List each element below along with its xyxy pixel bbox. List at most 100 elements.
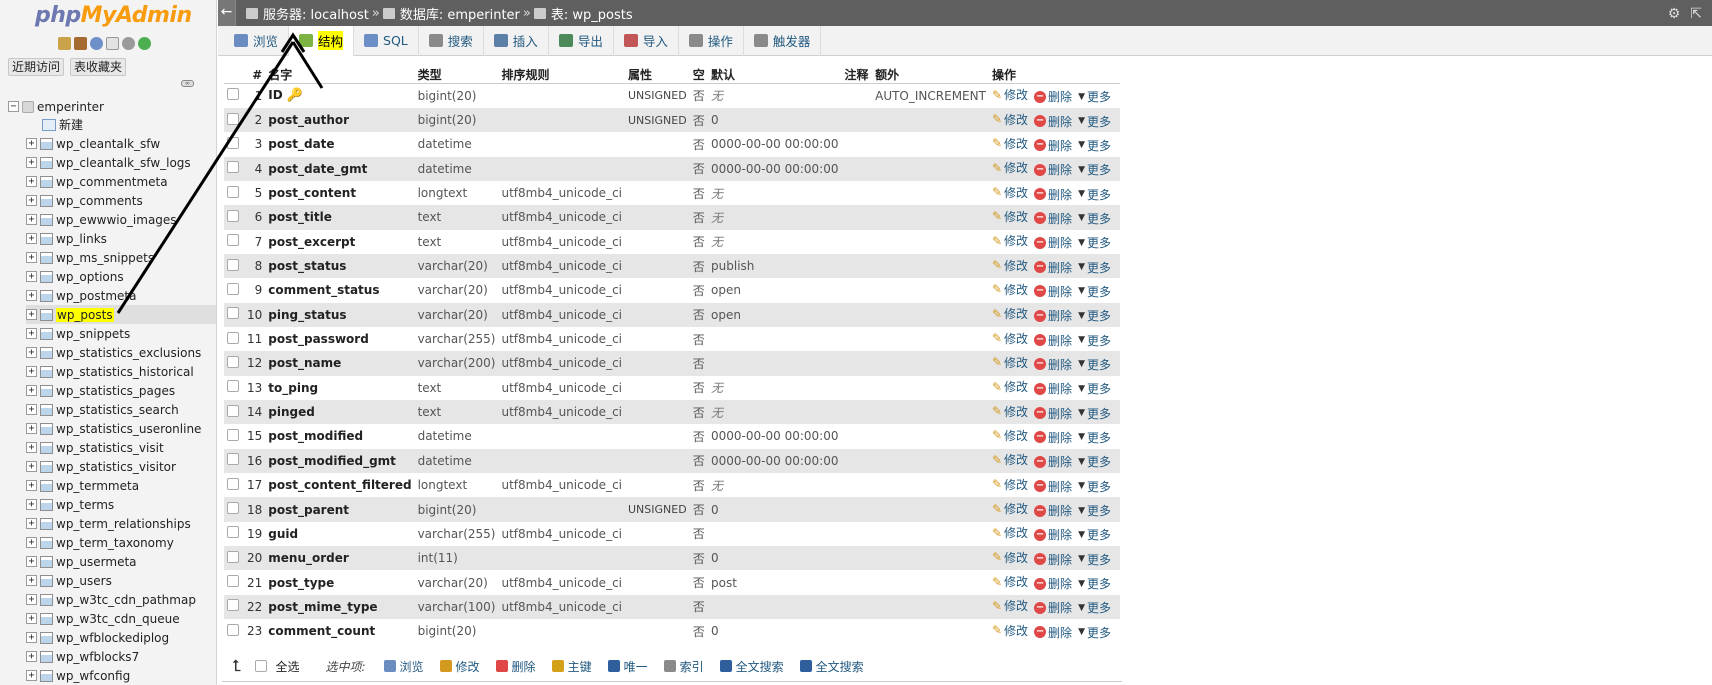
expand-tree-icon[interactable]: + [26, 556, 37, 567]
table-name[interactable]: wp_wfblockediplog [56, 631, 169, 645]
row-checkbox[interactable] [227, 355, 239, 368]
row-checkbox[interactable] [227, 234, 239, 247]
table-name[interactable]: wp_wfblocks7 [56, 650, 139, 664]
more-dropdown[interactable]: ▼ 更多 [1078, 186, 1111, 203]
row-checkbox[interactable] [227, 575, 239, 588]
expand-tree-icon[interactable]: + [26, 385, 37, 396]
expand-tree-icon[interactable]: + [26, 575, 37, 586]
select-all-label[interactable]: 全选 [275, 658, 299, 675]
table-name[interactable]: wp_statistics_exclusions [56, 346, 201, 360]
more-dropdown[interactable]: ▼ 更多 [1078, 356, 1111, 373]
expand-tree-icon[interactable]: + [26, 233, 37, 244]
table-name[interactable]: wp_options [56, 270, 124, 284]
more-dropdown[interactable]: ▼ 更多 [1078, 332, 1111, 349]
database-name[interactable]: emperinter [37, 100, 104, 114]
more-dropdown[interactable]: ▼ 更多 [1078, 599, 1111, 616]
edit-button[interactable]: ✎ 修改 [992, 524, 1028, 541]
tree-table-item[interactable]: + wp_snippets [26, 324, 216, 343]
delete-button[interactable]: − 删除 [1034, 380, 1072, 397]
expand-tree-icon[interactable]: + [26, 195, 37, 206]
edit-button[interactable]: ✎ 修改 [992, 159, 1028, 176]
row-checkbox[interactable] [227, 404, 239, 417]
header-comment[interactable]: 注释 [841, 66, 873, 84]
delete-button[interactable]: − 删除 [1034, 259, 1072, 276]
table-name[interactable]: wp_posts [56, 307, 114, 322]
delete-button[interactable]: − 删除 [1034, 283, 1072, 300]
tab-structure[interactable]: 结构 [289, 25, 355, 56]
edit-button[interactable]: ✎ 修改 [992, 86, 1028, 103]
breadcrumb-table[interactable]: 表: wp_posts [551, 4, 633, 23]
delete-button[interactable]: − 删除 [1034, 575, 1072, 592]
edit-button[interactable]: ✎ 修改 [992, 573, 1028, 590]
table-name[interactable]: wp_w3tc_cdn_pathmap [56, 593, 196, 607]
tree-table-item[interactable]: + wp_term_relationships [26, 514, 216, 533]
row-checkbox[interactable] [227, 623, 239, 636]
table-name[interactable]: wp_cleantalk_sfw [56, 137, 160, 151]
tree-table-item[interactable]: + wp_statistics_useronline [26, 419, 216, 438]
expand-tree-icon[interactable]: + [26, 214, 37, 225]
tree-table-item[interactable]: + wp_users [26, 571, 216, 590]
breadcrumb-database[interactable]: 数据库: emperinter [400, 4, 520, 23]
tree-table-item[interactable]: + wp_commentmeta [26, 172, 216, 191]
delete-button[interactable]: − 删除 [1034, 429, 1072, 446]
header-type[interactable]: 类型 [414, 66, 499, 84]
delete-button[interactable]: − 删除 [1034, 624, 1072, 641]
expand-tree-icon[interactable]: + [26, 670, 37, 681]
more-dropdown[interactable]: ▼ 更多 [1078, 526, 1111, 543]
tree-table-item[interactable]: + wp_comments [26, 191, 216, 210]
edit-button[interactable]: ✎ 修改 [992, 135, 1028, 152]
row-checkbox[interactable] [227, 209, 239, 222]
delete-button[interactable]: − 删除 [1034, 599, 1072, 616]
row-checkbox[interactable] [227, 599, 239, 612]
delete-button[interactable]: − 删除 [1034, 453, 1072, 470]
expand-tree-icon[interactable]: + [26, 404, 37, 415]
expand-tree-icon[interactable]: + [26, 138, 37, 149]
row-checkbox[interactable] [227, 88, 239, 101]
more-dropdown[interactable]: ▼ 更多 [1078, 624, 1111, 641]
table-name[interactable]: wp_comments [56, 194, 143, 208]
row-checkbox[interactable] [227, 453, 239, 466]
tree-database-item[interactable]: − emperinter [8, 98, 104, 115]
bulk-index-button[interactable]: 索引 [663, 658, 704, 675]
row-checkbox[interactable] [227, 282, 239, 295]
more-dropdown[interactable]: ▼ 更多 [1078, 380, 1111, 397]
expand-tree-icon[interactable]: + [26, 157, 37, 168]
more-dropdown[interactable]: ▼ 更多 [1078, 551, 1111, 568]
row-checkbox[interactable] [227, 502, 239, 515]
row-checkbox[interactable] [227, 161, 239, 174]
row-checkbox[interactable] [227, 526, 239, 539]
logout-icon[interactable] [74, 37, 87, 50]
tab-export[interactable]: 导出 [549, 25, 614, 56]
delete-button[interactable]: − 删除 [1034, 161, 1072, 178]
edit-button[interactable]: ✎ 修改 [992, 500, 1028, 517]
tree-table-item[interactable]: + wp_ewwwio_images [26, 210, 216, 229]
more-dropdown[interactable]: ▼ 更多 [1078, 283, 1111, 300]
tab-sql[interactable]: SQL [354, 25, 419, 56]
row-checkbox[interactable] [227, 307, 239, 320]
expand-tree-icon[interactable]: + [26, 499, 37, 510]
tree-table-item[interactable]: + wp_wfblocks7 [26, 647, 216, 666]
tree-table-item[interactable]: + wp_terms [26, 495, 216, 514]
more-dropdown[interactable]: ▼ 更多 [1078, 405, 1111, 422]
row-checkbox[interactable] [227, 380, 239, 393]
edit-button[interactable]: ✎ 修改 [992, 330, 1028, 347]
expand-tree-icon[interactable]: + [26, 366, 37, 377]
row-checkbox[interactable] [227, 112, 239, 125]
table-name[interactable]: wp_users [56, 574, 112, 588]
phpmyadmin-logo[interactable]: phpMyAdmin [35, 3, 192, 28]
tree-table-item[interactable]: + wp_statistics_pages [26, 381, 216, 400]
more-dropdown[interactable]: ▼ 更多 [1078, 210, 1111, 227]
more-dropdown[interactable]: ▼ 更多 [1078, 113, 1111, 130]
expand-tree-icon[interactable]: + [26, 461, 37, 472]
header-default[interactable]: 默认 [708, 66, 842, 84]
bulk-delete-button[interactable]: 删除 [495, 658, 536, 675]
delete-button[interactable]: − 删除 [1034, 113, 1072, 130]
expand-tree-icon[interactable]: + [26, 651, 37, 662]
tree-table-item[interactable]: + wp_usermeta [26, 552, 216, 571]
table-name[interactable]: wp_ewwwio_images [56, 213, 177, 227]
edit-button[interactable]: ✎ 修改 [992, 378, 1028, 395]
expand-tree-icon[interactable]: + [26, 290, 37, 301]
edit-button[interactable]: ✎ 修改 [992, 597, 1028, 614]
home-icon[interactable] [58, 37, 71, 50]
table-name[interactable]: wp_statistics_useronline [56, 422, 201, 436]
